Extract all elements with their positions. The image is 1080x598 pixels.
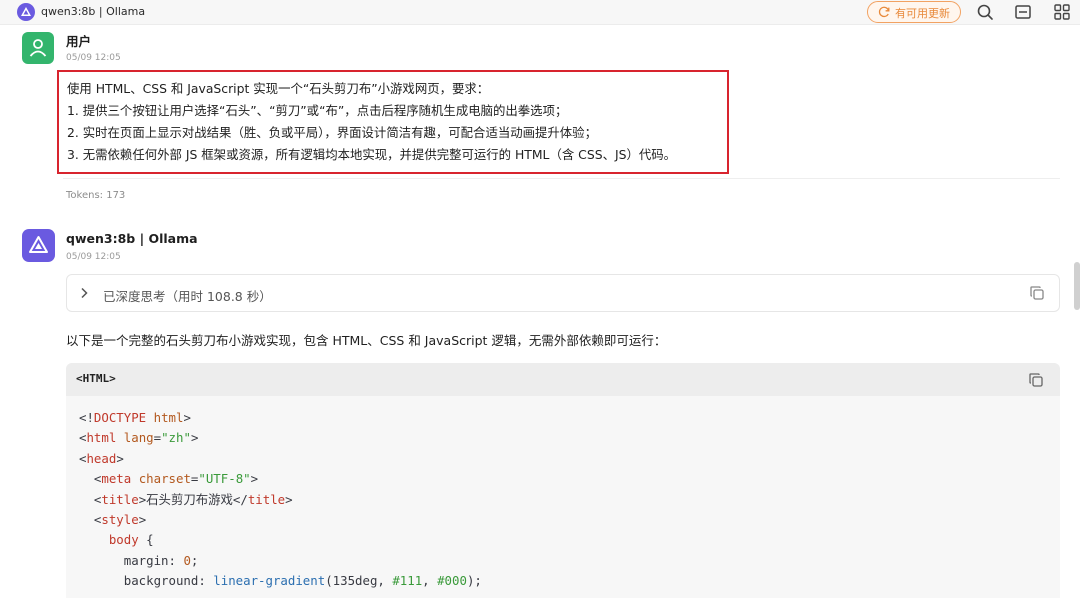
code-token: { [138, 532, 154, 548]
message-divider [63, 178, 1060, 179]
code-token: < [79, 491, 102, 507]
token-count: Tokens: 173 [66, 190, 126, 201]
code-token: charset [138, 471, 191, 487]
code-token: <! [79, 410, 94, 425]
code-token: > [285, 491, 293, 507]
code-token: : [168, 552, 184, 568]
code-token: : [198, 573, 214, 589]
code-token: < [79, 511, 102, 527]
code-line: <title>石头剪刀布游戏</title> [79, 490, 482, 510]
code-token: (135deg, [325, 573, 393, 589]
code-token: style [101, 511, 139, 527]
code-token: DOCTYPE [93, 410, 147, 425]
user-icon [29, 39, 47, 57]
code-line: body { [79, 530, 482, 550]
code-token: >石头剪刀布游戏</ [138, 491, 248, 507]
user-sender-name: 用户 [66, 34, 92, 49]
code-token: "UTF-8" [198, 471, 251, 487]
title-bar: qwen3:8b | Ollama 有可用更新 [0, 0, 1080, 25]
code-block: <HTML> <!DOCTYPE html> <html lang="zh"> <h… [66, 363, 1060, 598]
code-line: <!DOCTYPE html> [79, 408, 482, 428]
code-token: #000 [437, 573, 467, 589]
answer-intro-text: 以下是一个完整的石头剪刀布小游戏实现，包含 HTML、CSS 和 JavaScr… [66, 333, 667, 348]
thinking-collapse-toggle[interactable]: 已深度思考（用时 108.8 秒） [66, 274, 1060, 312]
grid-icon[interactable] [1053, 3, 1071, 21]
thinking-label: 已深度思考（用时 108.8 秒） [103, 289, 272, 304]
user-message-line: 3. 无需依赖任何外部 JS 框架或资源，所有逻辑均本地实现，并提供完整可运行的… [67, 147, 677, 162]
code-token: title [101, 491, 139, 507]
user-timestamp: 05/09 12:05 [66, 53, 121, 63]
code-token: margin [79, 552, 169, 568]
code-token: ); [466, 573, 482, 589]
code-line: background: linear-gradient(135deg, #111… [79, 571, 482, 591]
code-token: = [153, 430, 162, 446]
user-avatar [22, 32, 54, 64]
assistant-sender-name: qwen3:8b | Ollama [66, 231, 198, 246]
layout-toggle-icon[interactable] [1014, 3, 1032, 21]
user-message-line: 2. 实时在页面上显示对战结果（胜、负或平局），界面设计简洁有趣，可配合适当动画… [67, 125, 597, 140]
assistant-avatar [22, 229, 55, 262]
user-message-line: 使用 HTML、CSS 和 JavaScript 实现一个“石头剪刀布”小游戏网… [67, 81, 490, 96]
code-token: background [79, 573, 199, 589]
update-button-label: 有可用更新 [895, 7, 950, 20]
code-line: <html lang="zh"> [79, 428, 482, 448]
ollama-logo-icon [17, 3, 35, 21]
code-token: "zh" [161, 430, 191, 446]
code-line: margin: 0; [79, 551, 482, 571]
code-token: title [247, 491, 286, 507]
chevron-right-icon [81, 287, 88, 299]
assistant-timestamp: 05/09 12:05 [66, 252, 121, 262]
refresh-icon [878, 6, 890, 18]
qwen-logo-icon [29, 236, 48, 253]
user-message-bubble: 使用 HTML、CSS 和 JavaScript 实现一个“石头剪刀布”小游戏网… [57, 70, 729, 174]
code-token: , [422, 573, 438, 589]
code-token: > [183, 410, 191, 425]
user-message-line: 1. 提供三个按钮让用户选择“石头”、“剪刀”或“布”，点击后程序随机生成电脑的… [67, 103, 568, 118]
code-token: lang [123, 430, 154, 446]
code-token: 0 [183, 552, 191, 568]
code-token: > [116, 450, 124, 466]
copy-code-icon[interactable] [1028, 372, 1044, 388]
code-token: linear-gradient [213, 573, 326, 589]
code-token: > [250, 471, 259, 487]
code-content: <!DOCTYPE html> <html lang="zh"> <head> <m… [79, 408, 482, 592]
code-block-header: <HTML> [66, 363, 1060, 396]
code-token: body [108, 532, 139, 548]
update-available-button[interactable]: 有可用更新 [867, 1, 961, 23]
window-title: qwen3:8b | Ollama [41, 5, 146, 18]
scrollbar-thumb[interactable] [1074, 262, 1080, 310]
code-token: head [86, 450, 117, 466]
code-token: html [86, 430, 117, 446]
code-language-label: <HTML> [76, 372, 116, 385]
copy-icon[interactable] [1029, 285, 1045, 301]
code-line: <head> [79, 449, 482, 469]
code-token: #111 [392, 573, 423, 589]
code-token: meta [101, 471, 132, 487]
code-token: < [79, 471, 102, 487]
code-token: html [153, 410, 184, 425]
code-token: ; [190, 552, 199, 568]
search-icon[interactable] [976, 3, 994, 21]
code-token: > [190, 430, 199, 446]
code-line: <style> [79, 510, 482, 530]
code-line: <meta charset="UTF-8"> [79, 469, 482, 489]
code-token: > [138, 511, 147, 527]
